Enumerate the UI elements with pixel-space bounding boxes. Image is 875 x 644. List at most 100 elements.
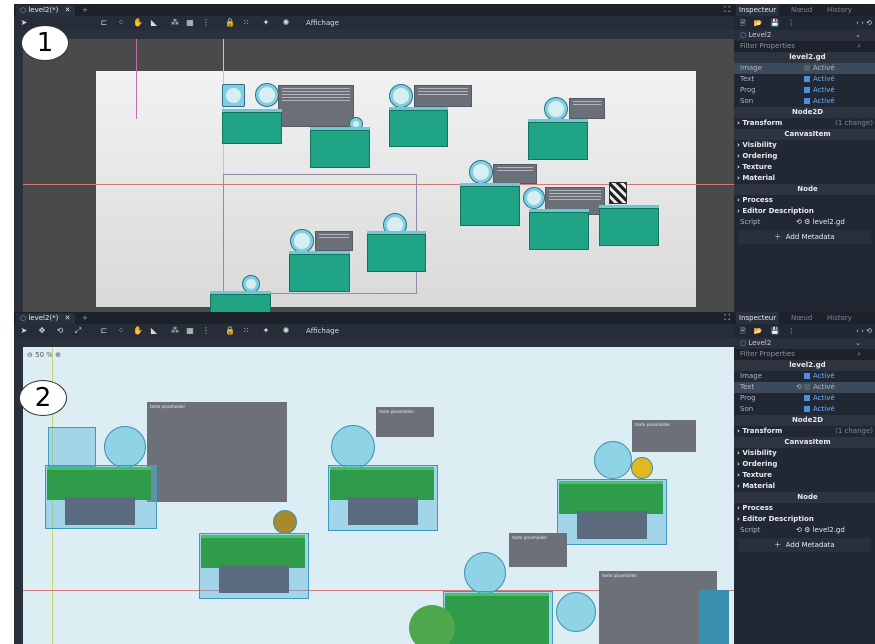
canvasitem-section-header[interactable]: CanvasItem [734, 129, 875, 140]
grid-icon[interactable]: ▦ [184, 325, 196, 337]
search-icon[interactable]: ⌕ [857, 349, 861, 360]
checkbox[interactable] [804, 373, 810, 379]
property-row[interactable]: Prog Activé [734, 85, 875, 96]
group-process[interactable]: › Process [734, 195, 875, 206]
new-resource-icon[interactable]: 🗎 [740, 19, 746, 27]
measure-icon[interactable]: ◣ [148, 325, 160, 337]
grid-snap-icon[interactable]: ⁂ [169, 325, 181, 337]
grid-snap-icon[interactable]: ⁂ [169, 17, 181, 29]
property-row[interactable]: Son Activé [734, 404, 875, 415]
group-editor-description[interactable]: › Editor Description [734, 514, 875, 525]
transform-group[interactable]: › Transform (1 change) [734, 118, 875, 129]
tab-history[interactable]: History [824, 312, 855, 324]
filter-properties-field[interactable]: Filter Properties ⌕ [734, 349, 875, 360]
checkbox[interactable] [804, 395, 810, 401]
node-selector[interactable]: ○ Level2 ⌄ [734, 338, 875, 349]
node-selector[interactable]: ○ Level2 ⌄ [734, 30, 875, 41]
script-section-header[interactable]: level2.gd [734, 52, 875, 63]
group-process[interactable]: › Process [734, 503, 875, 514]
more-options-icon[interactable]: ⋮ [200, 17, 212, 29]
scene-tab[interactable]: ○ level2(*) ✕ + [16, 313, 88, 324]
property-row[interactable]: Prog Activé [734, 393, 875, 404]
select-tool-icon[interactable]: ➤ [18, 325, 30, 337]
more-options-icon[interactable]: ⋮ [200, 325, 212, 337]
group-material[interactable]: › Material [734, 173, 875, 184]
move-tool-icon[interactable]: ✥ [36, 325, 48, 337]
canvasitem-section-header[interactable]: CanvasItem [734, 437, 875, 448]
property-row[interactable]: Text Activé [734, 74, 875, 85]
search-icon[interactable]: ⌕ [857, 41, 861, 52]
distraction-free-icon[interactable]: ⛶ [724, 4, 730, 16]
scene-tab[interactable]: ○ level2(*) ✕ + [16, 5, 88, 16]
bone-icon[interactable]: ✦ [260, 17, 272, 29]
add-tab-button[interactable]: + [82, 5, 88, 16]
tab-history[interactable]: History [824, 4, 855, 16]
node2d-section-header[interactable]: Node2D [734, 107, 875, 118]
lock-icon[interactable]: 🔒 [224, 325, 236, 337]
property-row[interactable]: Son Activé [734, 96, 875, 107]
new-resource-icon[interactable]: 🗎 [740, 327, 746, 335]
group-visibility[interactable]: › Visibility [734, 140, 875, 151]
group-ordering[interactable]: › Ordering [734, 151, 875, 162]
history-nav-icon[interactable]: ‹ › ⟲ [856, 324, 872, 338]
pan-tool-icon[interactable]: ✋ [132, 17, 144, 29]
property-row[interactable]: Image Activé [734, 63, 875, 74]
node2d-section-header[interactable]: Node2D [734, 415, 875, 426]
add-metadata-button[interactable]: ＋ Add Metadata [738, 538, 871, 552]
checkbox[interactable] [804, 65, 810, 71]
more-options-icon[interactable]: ⋮ [788, 19, 795, 27]
distraction-free-icon[interactable]: ⛶ [724, 312, 730, 324]
checkbox[interactable] [804, 76, 810, 82]
node-section-header[interactable]: Node [734, 184, 875, 195]
checkbox[interactable] [804, 406, 810, 412]
ruler-tool-icon[interactable]: ⊏ [98, 17, 110, 29]
pan-tool-icon[interactable]: ✋ [132, 325, 144, 337]
more-options-icon[interactable]: ⋮ [788, 327, 795, 335]
canvas-viewport[interactable]: ⊖ 50 % ⊕ texte placeholder texte placeho… [23, 347, 734, 644]
group-ordering[interactable]: › Ordering [734, 459, 875, 470]
script-section-header[interactable]: level2.gd [734, 360, 875, 371]
measure-icon[interactable]: ◣ [148, 17, 160, 29]
close-tab-icon[interactable]: ✕ [65, 314, 71, 322]
group-icon[interactable]: ⁙ [240, 17, 252, 29]
save-resource-icon[interactable]: 💾 [771, 327, 780, 335]
group-texture[interactable]: › Texture [734, 162, 875, 173]
bone-icon[interactable]: ✦ [260, 325, 272, 337]
history-nav-icon[interactable]: ‹ › ⟲ [856, 16, 872, 30]
tab-inspector[interactable]: Inspecteur [736, 312, 780, 324]
add-tab-button[interactable]: + [82, 313, 88, 324]
filter-properties-field[interactable]: Filter Properties ⌕ [734, 41, 875, 52]
grid-icon[interactable]: ▦ [184, 17, 196, 29]
lock-icon[interactable]: 🔒 [224, 17, 236, 29]
group-editor-description[interactable]: › Editor Description [734, 206, 875, 217]
checkbox[interactable] [804, 384, 811, 390]
canvas-viewport[interactable] [23, 39, 734, 312]
zoom-out-icon[interactable]: ⊖ [27, 351, 33, 359]
load-resource-icon[interactable]: 📂 [754, 19, 763, 27]
view-menu[interactable]: Affichage [306, 325, 339, 337]
select-tool-icon[interactable]: ➤ [18, 17, 30, 29]
script-row[interactable]: Script ⟲ ⚙ level2.gd [734, 217, 875, 228]
tab-inspector[interactable]: Inspecteur [736, 4, 780, 16]
group-texture[interactable]: › Texture [734, 470, 875, 481]
group-icon[interactable]: ⁙ [240, 325, 252, 337]
tab-node[interactable]: Nœud [788, 4, 815, 16]
close-tab-icon[interactable]: ✕ [65, 6, 71, 14]
add-metadata-button[interactable]: ＋ Add Metadata [738, 230, 871, 244]
node-section-header[interactable]: Node [734, 492, 875, 503]
light-icon[interactable]: ✺ [280, 325, 292, 337]
rotate-tool-icon[interactable]: ⟲ [54, 325, 66, 337]
tab-node[interactable]: Nœud [788, 312, 815, 324]
view-menu[interactable]: Affichage [306, 17, 339, 29]
snap-icon[interactable]: ⁘ [115, 325, 127, 337]
zoom-in-icon[interactable]: ⊕ [55, 351, 61, 359]
checkbox[interactable] [804, 87, 810, 93]
script-row[interactable]: Script ⟲ ⚙ level2.gd [734, 525, 875, 536]
load-resource-icon[interactable]: 📂 [754, 327, 763, 335]
checkbox[interactable] [804, 98, 810, 104]
property-row[interactable]: Image Activé [734, 371, 875, 382]
light-icon[interactable]: ✺ [280, 17, 292, 29]
zoom-level[interactable]: 50 % [35, 351, 53, 359]
scale-tool-icon[interactable]: ⤢ [72, 325, 84, 337]
group-visibility[interactable]: › Visibility [734, 448, 875, 459]
